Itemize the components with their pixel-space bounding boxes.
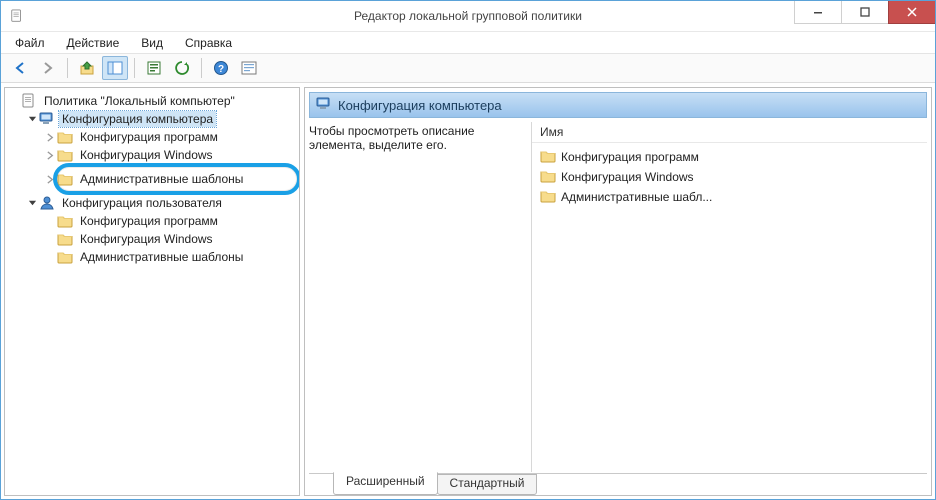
tree-item-label: Конфигурация программ xyxy=(77,129,221,145)
detail-header-text: Конфигурация компьютера xyxy=(338,98,502,113)
detail-columns: Чтобы просмотреть описание элемента, выд… xyxy=(309,122,927,472)
computer-icon xyxy=(316,96,332,115)
folder-icon xyxy=(57,249,73,265)
tree-user-config-label: Конфигурация пользователя xyxy=(59,195,225,211)
list-item[interactable]: Конфигурация Windows xyxy=(540,167,927,187)
up-button[interactable] xyxy=(74,56,100,80)
maximize-button[interactable] xyxy=(841,1,888,24)
policy-icon xyxy=(21,93,37,109)
close-button[interactable] xyxy=(888,1,935,24)
folder-icon xyxy=(57,231,73,247)
main: Политика "Локальный компьютер" Конфигура… xyxy=(1,83,935,499)
tab-standard[interactable]: Стандартный xyxy=(437,474,538,495)
detail-header: Конфигурация компьютера xyxy=(309,92,927,118)
tree-item-label: Административные шаблоны xyxy=(77,171,246,187)
folder-icon xyxy=(540,168,556,187)
tree-user-admin-templates[interactable]: Административные шаблоны xyxy=(43,248,297,266)
show-tree-button[interactable] xyxy=(102,56,128,80)
tree-user-windows[interactable]: Конфигурация Windows xyxy=(43,230,297,248)
tree-root[interactable]: Политика "Локальный компьютер" xyxy=(7,92,297,110)
toolbar xyxy=(1,54,935,83)
computer-icon xyxy=(39,111,55,127)
properties-button[interactable] xyxy=(141,56,167,80)
folder-icon xyxy=(57,213,73,229)
back-button[interactable] xyxy=(7,56,33,80)
chevron-right-icon[interactable] xyxy=(43,172,57,186)
tree-computer-config-label: Конфигурация компьютера xyxy=(59,111,216,127)
folder-icon xyxy=(57,147,73,163)
column-header-name[interactable]: Имя xyxy=(532,122,927,143)
toolbar-separator xyxy=(134,58,135,78)
folder-icon xyxy=(540,188,556,207)
forward-button[interactable] xyxy=(35,56,61,80)
menubar: Файл Действие Вид Справка xyxy=(1,32,935,54)
detail-list: Имя Конфигурация программ Конфигурация W… xyxy=(532,122,927,472)
tree-root-label: Политика "Локальный компьютер" xyxy=(41,93,238,109)
help-button[interactable] xyxy=(208,56,234,80)
toolbar-separator xyxy=(201,58,202,78)
folder-icon xyxy=(57,129,73,145)
tree-item-label: Конфигурация Windows xyxy=(77,147,216,163)
tab-extended[interactable]: Расширенный xyxy=(333,472,438,495)
detail-tabs: Расширенный Стандартный xyxy=(305,472,931,495)
chevron-down-icon[interactable] xyxy=(25,112,39,126)
tree-item-label: Административные шаблоны xyxy=(77,249,246,265)
chevron-down-icon[interactable] xyxy=(25,196,39,210)
filter-button[interactable] xyxy=(236,56,262,80)
window-controls xyxy=(794,1,935,23)
user-icon xyxy=(39,195,55,211)
detail-pane: Конфигурация компьютера Чтобы просмотрет… xyxy=(304,87,932,496)
tree-user-config[interactable]: Конфигурация пользователя xyxy=(25,194,297,212)
tree-computer-config[interactable]: Конфигурация компьютера xyxy=(25,110,297,128)
menu-action[interactable]: Действие xyxy=(59,34,128,52)
list-item-label: Административные шабл... xyxy=(561,190,712,204)
toolbar-separator xyxy=(67,58,68,78)
tree-computer-admin-templates[interactable]: Административные шаблоны xyxy=(43,170,297,188)
refresh-button[interactable] xyxy=(169,56,195,80)
tree-computer-windows[interactable]: Конфигурация Windows xyxy=(43,146,297,164)
list-item-label: Конфигурация Windows xyxy=(561,170,694,184)
menu-view[interactable]: Вид xyxy=(133,34,171,52)
list-item[interactable]: Конфигурация программ xyxy=(540,147,927,167)
tree-item-label: Конфигурация программ xyxy=(77,213,221,229)
tree-computer-software[interactable]: Конфигурация программ xyxy=(43,128,297,146)
tree-item-label: Конфигурация Windows xyxy=(77,231,216,247)
list-item-label: Конфигурация программ xyxy=(561,150,699,164)
tree-pane[interactable]: Политика "Локальный компьютер" Конфигура… xyxy=(4,87,300,496)
chevron-right-icon[interactable] xyxy=(43,148,57,162)
list-item[interactable]: Административные шабл... xyxy=(540,187,927,207)
menu-file[interactable]: Файл xyxy=(7,34,53,52)
titlebar: Редактор локальной групповой политики xyxy=(1,1,935,32)
folder-icon xyxy=(540,148,556,167)
chevron-right-icon[interactable] xyxy=(43,130,57,144)
detail-description: Чтобы просмотреть описание элемента, выд… xyxy=(309,122,532,472)
minimize-button[interactable] xyxy=(794,1,841,24)
menu-help[interactable]: Справка xyxy=(177,34,240,52)
tree-user-software[interactable]: Конфигурация программ xyxy=(43,212,297,230)
app-icon xyxy=(9,6,25,26)
folder-icon xyxy=(57,171,73,187)
window: Редактор локальной групповой политики Фа… xyxy=(0,0,936,500)
